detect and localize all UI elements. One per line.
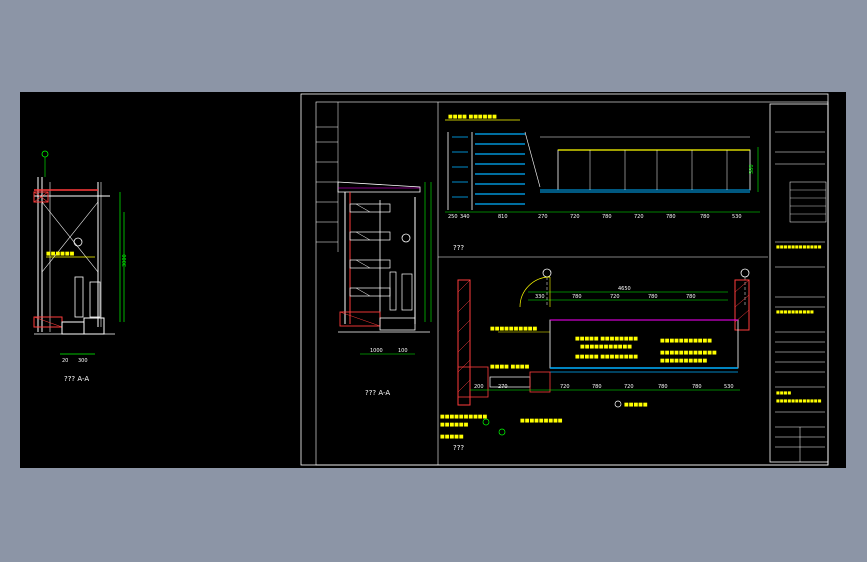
plan-top-dim-3: 780 bbox=[648, 294, 658, 300]
left-section-detail: ■■■■■■ 3000 20 300 ??? A-A bbox=[33, 150, 128, 383]
svg-text:■■■■■■■■■■■■: ■■■■■■■■■■■■ bbox=[660, 350, 717, 356]
plan-bottom-dim-3: 780 bbox=[592, 384, 602, 390]
svg-text:■■■■■■■■■■■■: ■■■■■■■■■■■■ bbox=[776, 244, 822, 249]
elev-dim-7: 780 bbox=[666, 214, 676, 220]
sheet-margin-ticks bbox=[316, 102, 339, 252]
plan-bottom-dim-0: 200 bbox=[474, 384, 484, 390]
middle-section-label: ??? A-A bbox=[365, 389, 390, 397]
svg-text:■■■■■■: ■■■■■■ bbox=[440, 422, 469, 428]
cad-drawing-canvas[interactable]: ■■■■■■ 3000 20 300 ??? A-A 1000 100 ??? … bbox=[20, 92, 846, 468]
elev-dim-3: 270 bbox=[538, 214, 548, 220]
svg-text:■■■■■■■■■■■■: ■■■■■■■■■■■■ bbox=[776, 398, 822, 403]
svg-text:■■■■■■■■■■■: ■■■■■■■■■■■ bbox=[580, 344, 632, 350]
plan-bottom-dim-4: 720 bbox=[624, 384, 634, 390]
plan-bottom-dim-7: 530 bbox=[724, 384, 734, 390]
left-section-label: ??? A-A bbox=[64, 375, 89, 383]
plan-dim-total: 4650 bbox=[618, 286, 631, 292]
svg-text:■■■■■■■■■■: ■■■■■■■■■■ bbox=[660, 358, 708, 364]
left-dim-height: 3000 bbox=[122, 254, 128, 267]
svg-text:■■■■ ■■■■: ■■■■ ■■■■ bbox=[490, 364, 530, 370]
svg-text:■■■■■: ■■■■■ bbox=[440, 434, 464, 440]
svg-text:■■■■■: ■■■■■ bbox=[624, 402, 648, 408]
plan-label: ??? bbox=[453, 444, 464, 452]
svg-text:■■■■ ■■■■■■: ■■■■ ■■■■■■ bbox=[448, 114, 497, 120]
elev-dim-1: 340 bbox=[460, 214, 470, 220]
plan-bottom-dim-2: 720 bbox=[560, 384, 570, 390]
svg-text:■■■■■■■■■■: ■■■■■■■■■■ bbox=[776, 309, 814, 314]
plan-top-dim-1: 780 bbox=[572, 294, 582, 300]
section-dim-b: 100 bbox=[398, 348, 408, 354]
elevation-dim-height: 580 bbox=[749, 164, 755, 174]
svg-text:■■■■■■■■■■: ■■■■■■■■■■ bbox=[440, 414, 488, 420]
elev-dim-6: 720 bbox=[634, 214, 644, 220]
svg-text:■■■■: ■■■■ bbox=[776, 390, 791, 395]
top-elevation: ■■■■ ■■■■■■ 580 250 340 810 270 720 780 … bbox=[445, 114, 760, 252]
elev-dim-4: 720 bbox=[570, 214, 580, 220]
plan-bottom-dim-6: 780 bbox=[692, 384, 702, 390]
plan-annotations: ■■■■■■■■■■ ■■■■■ ■■■■■■■■ ■■■■■■■■■■■ ■■… bbox=[490, 326, 717, 370]
left-dim-left: 20 bbox=[62, 358, 68, 364]
elev-dim-0: 250 bbox=[448, 214, 458, 220]
floor-plan: 4650 330 780 720 780 780 ■■■■■■■■■■ ■■■■… bbox=[440, 268, 750, 452]
plan-bottom-dim-5: 780 bbox=[658, 384, 668, 390]
elevation-louvres bbox=[452, 133, 525, 205]
svg-text:■■■■■■■■■■■: ■■■■■■■■■■■ bbox=[660, 338, 712, 344]
svg-text:■■■■■■■■■■: ■■■■■■■■■■ bbox=[490, 326, 538, 332]
title-block: ■■■■■■■■■■■■ ■■■■■■■■■■ ■■■■ ■■■■■■■■■■■… bbox=[769, 103, 829, 463]
plan-top-dim-2: 720 bbox=[610, 294, 620, 300]
plan-top-dim-4: 780 bbox=[686, 294, 696, 300]
cad-drawing-viewport[interactable]: ■■■■■■ 3000 20 300 ??? A-A 1000 100 ??? … bbox=[20, 92, 846, 468]
elev-dim-2: 810 bbox=[498, 214, 508, 220]
elev-dim-5: 780 bbox=[602, 214, 612, 220]
svg-text:■■■■■■: ■■■■■■ bbox=[46, 251, 75, 257]
elevation-dims: 250 340 810 270 720 780 720 780 780 530 bbox=[448, 214, 742, 220]
svg-text:■■■■■ ■■■■■■■■: ■■■■■ ■■■■■■■■ bbox=[575, 354, 638, 360]
svg-text:■■■■■ ■■■■■■■■: ■■■■■ ■■■■■■■■ bbox=[575, 336, 638, 342]
plan-bottom-dim-1: 270 bbox=[498, 384, 508, 390]
left-dim-right: 300 bbox=[78, 358, 88, 364]
svg-text:■■■■■■■■■: ■■■■■■■■■ bbox=[520, 418, 563, 424]
plan-top-dim-0: 330 bbox=[535, 294, 545, 300]
section-floor-bands bbox=[349, 203, 391, 297]
middle-section-detail: 1000 100 ??? A-A bbox=[337, 181, 432, 397]
elev-dim-8: 780 bbox=[700, 214, 710, 220]
elev-dim-9: 530 bbox=[732, 214, 742, 220]
elevation-label: ??? bbox=[453, 244, 464, 252]
section-dim-a: 1000 bbox=[370, 348, 383, 354]
